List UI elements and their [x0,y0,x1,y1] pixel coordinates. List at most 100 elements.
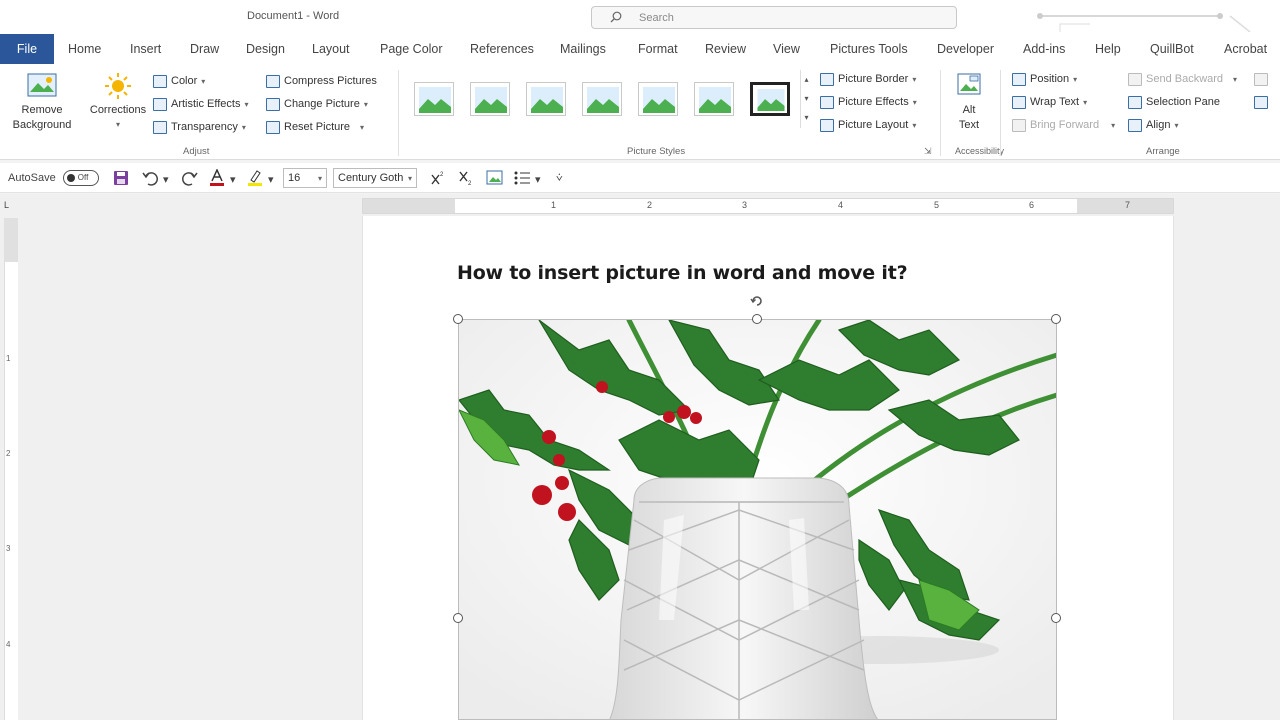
vruler-number: 2 [6,449,11,458]
tab-acrobat[interactable]: Acrobat [1224,42,1267,56]
picture-style-3[interactable] [526,82,566,116]
remove-background-button[interactable]: Remove Background [8,72,76,133]
autosave-label: AutoSave [8,171,56,184]
tab-design[interactable]: Design [246,42,285,56]
transparency-label: Transparency [171,121,238,133]
tab-format[interactable]: Format [638,42,678,56]
tab-mailings[interactable]: Mailings [560,42,606,56]
picture-border-icon [820,72,834,86]
picture-style-6[interactable] [694,82,734,116]
rotate-handle-icon[interactable] [750,294,764,308]
resize-handle-top-left[interactable] [453,314,463,324]
vruler-number: 1 [6,354,11,363]
dialog-launcher-icon[interactable]: ⇲ [924,146,932,157]
subscript-icon[interactable]: 2 [458,170,474,186]
chevron-down-icon: ▾ [363,99,368,109]
transparency-button[interactable]: Transparency ▾ [153,118,246,136]
insert-image-icon[interactable] [486,169,504,187]
selected-picture[interactable] [458,319,1057,720]
chevron-down-icon[interactable]: ▾ [535,173,541,186]
group-button[interactable] [1254,70,1268,88]
color-button[interactable]: Color ▾ [153,72,205,90]
change-picture-button[interactable]: Change Picture ▾ [266,95,368,113]
document-heading[interactable]: How to insert picture in word and move i… [457,262,908,284]
send-backward-label: Send Backward [1146,73,1224,85]
bring-forward-button[interactable]: Bring Forward ▾ [1012,116,1115,134]
save-icon[interactable] [113,170,129,186]
picture-style-5[interactable] [638,82,678,116]
resize-handle-top[interactable] [752,314,762,324]
tab-view[interactable]: View [773,42,800,56]
position-button[interactable]: Position ▾ [1012,70,1077,88]
picture-style-2[interactable] [470,82,510,116]
wrap-text-icon [1012,95,1026,109]
highlight-icon[interactable] [246,169,264,187]
search-box[interactable]: Search [591,6,957,29]
tab-layout[interactable]: Layout [312,42,350,56]
picture-border-button[interactable]: Picture Border ▾ [820,70,916,88]
corrections-label: Corrections [89,104,147,116]
tab-page-color[interactable]: Page Color [380,42,443,56]
chevron-down-icon: ▾ [1111,120,1116,130]
tab-add-ins[interactable]: Add-ins [1023,42,1065,56]
picture-style-1[interactable] [414,82,454,116]
group-separator [398,70,399,156]
customize-toolbar-icon[interactable]: ⩒ [556,172,563,185]
horizontal-ruler: 1 2 3 4 5 6 7 [362,198,1174,214]
tab-references[interactable]: References [470,42,534,56]
picture-style-7[interactable] [750,82,790,116]
alt-text-label-1: Alt [962,104,976,116]
tab-selector[interactable]: L [4,200,9,210]
corrections-button[interactable]: Corrections ▾ [86,72,150,130]
alt-text-button[interactable]: Alt Text [946,72,992,133]
tab-developer[interactable]: Developer [937,42,994,56]
align-button[interactable]: Align ▾ [1128,116,1178,134]
tab-file[interactable]: File [0,34,54,64]
tab-quillbot[interactable]: QuillBot [1150,42,1194,56]
group-separator [940,70,941,156]
document-page[interactable]: How to insert picture in word and move i… [362,216,1174,720]
reset-picture-button[interactable]: Reset Picture ▾ [266,118,364,136]
selection-pane-button[interactable]: Selection Pane [1128,93,1220,111]
gallery-more-icon[interactable]: ▾ [801,108,812,127]
vertical-ruler: L 1 2 3 4 [0,194,20,720]
chevron-down-icon[interactable]: ▾ [230,173,236,186]
tab-home[interactable]: Home [68,42,101,56]
chevron-down-icon: ▾ [244,99,249,109]
chevron-down-icon[interactable]: ▾ [163,173,169,186]
resize-handle-left[interactable] [453,613,463,623]
group-icon [1254,72,1268,86]
autosave-toggle[interactable]: AutoSave Off [8,170,99,186]
scroll-down-icon[interactable]: ▾ [801,89,812,108]
font-color-icon[interactable] [208,169,226,187]
chevron-down-icon[interactable]: ▾ [268,173,274,186]
tab-draw[interactable]: Draw [190,42,219,56]
picture-style-icon [531,87,563,113]
resize-handle-right[interactable] [1051,613,1061,623]
font-size-value: 16 [288,172,301,184]
undo-icon[interactable] [142,170,160,186]
picture-style-icon [475,87,507,113]
autosave-switch[interactable]: Off [62,170,99,186]
resize-handle-top-right[interactable] [1051,314,1061,324]
artistic-effects-button[interactable]: Artistic Effects ▾ [153,95,249,113]
picture-style-4[interactable] [582,82,622,116]
send-backward-button[interactable]: Send Backward ▾ [1128,70,1237,88]
tab-review[interactable]: Review [705,42,746,56]
bullets-icon[interactable] [513,170,531,186]
compress-pictures-button[interactable]: Compress Pictures [266,72,377,90]
redo-icon[interactable] [180,170,198,186]
tab-insert[interactable]: Insert [130,42,161,56]
font-size-select[interactable]: 16 ▾ [283,168,327,188]
picture-effects-button[interactable]: Picture Effects ▾ [820,93,917,111]
tab-pictures-tools[interactable]: Pictures Tools [830,42,908,56]
tab-help[interactable]: Help [1095,42,1121,56]
ruler-left-margin [363,199,455,213]
wrap-text-button[interactable]: Wrap Text ▾ [1012,93,1087,111]
font-name-select[interactable]: Century Goth ▾ [333,168,417,188]
gallery-scroll[interactable]: ▴ ▾ ▾ [800,70,812,128]
rotate-button[interactable] [1254,93,1268,111]
picture-layout-button[interactable]: Picture Layout ▾ [820,116,916,134]
superscript-icon[interactable]: 2 [430,170,446,186]
scroll-up-icon[interactable]: ▴ [801,70,812,89]
